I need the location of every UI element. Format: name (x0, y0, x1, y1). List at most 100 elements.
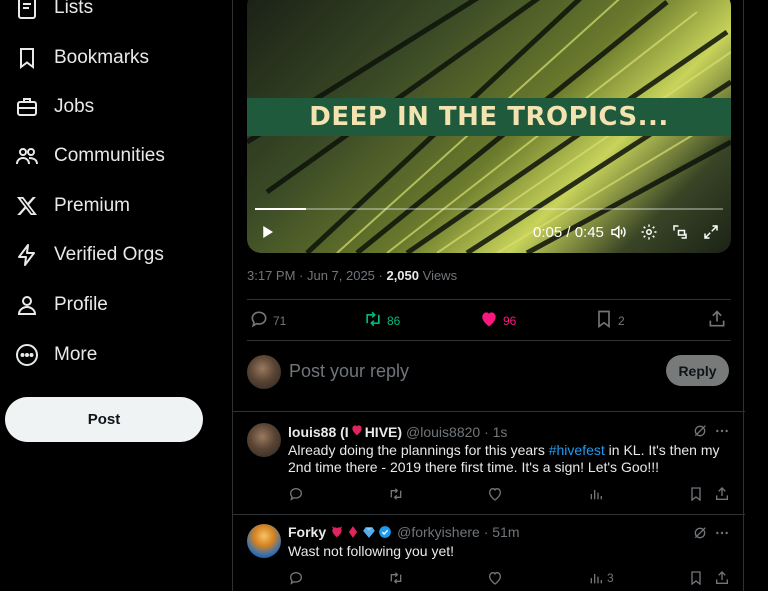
avatar[interactable] (247, 355, 281, 389)
divider (233, 514, 745, 515)
volume-icon[interactable] (607, 220, 629, 244)
reply-icon[interactable] (288, 486, 307, 502)
share-icon[interactable] (714, 486, 733, 502)
grok-icon[interactable] (692, 525, 708, 541)
reply-icon[interactable] (288, 570, 307, 586)
sidebar-item-label: Bookmarks (54, 47, 150, 68)
views-count: 3 (607, 571, 614, 585)
lightning-icon (14, 242, 40, 268)
sidebar-item-label: Communities (54, 145, 165, 166)
sidebar-item-jobs[interactable]: Jobs (0, 84, 94, 130)
post-timestamp[interactable]: 3:17 PM · Jun 7, 2025 · (247, 268, 386, 283)
bookmark-icon[interactable] (688, 486, 707, 502)
main-column: DEEP IN THE TROPICS... 0:05 / 0:45 3:17 … (232, 0, 745, 591)
bookmark-count: 2 (618, 313, 625, 328)
post-button[interactable]: Post (5, 397, 203, 442)
fullscreen-icon[interactable] (700, 220, 722, 244)
share-icon[interactable] (714, 570, 733, 586)
devil-heart-emoji-icon (331, 526, 343, 538)
sidebar-item-label: Profile (54, 294, 108, 315)
like-action[interactable]: 96 (479, 309, 516, 332)
settings-gear-icon[interactable] (638, 220, 660, 244)
reply-post[interactable]: Forky @forkyishere · 51m Wast not follow… (247, 524, 731, 591)
reply-button[interactable]: Reply (666, 355, 729, 386)
play-icon[interactable] (255, 220, 279, 244)
divider (233, 411, 745, 412)
reply-post[interactable]: louis88 (I HIVE) @louis8820 · 1s Already … (247, 423, 731, 511)
person-icon (14, 292, 40, 318)
sidebar-item-premium[interactable]: Premium (0, 183, 130, 229)
bookmark-icon[interactable] (688, 570, 707, 586)
hashtag-link[interactable]: #hivefest (549, 442, 605, 458)
more-options-icon[interactable] (714, 423, 730, 439)
author-name-end: HIVE) (364, 424, 403, 440)
reply-input[interactable]: Post your reply (289, 361, 409, 382)
repost-icon[interactable] (388, 570, 407, 586)
sidebar-item-label: Lists (54, 0, 94, 18)
share-icon (707, 309, 731, 332)
views-icon[interactable]: 3 (588, 570, 614, 586)
author-name-start: louis88 (I (288, 424, 349, 440)
sidebar-item-label: Jobs (54, 96, 95, 117)
post-actions-bar: 71 86 96 2 (247, 309, 731, 333)
heart-filled-icon (479, 309, 503, 332)
reply-post-actions (288, 486, 731, 504)
views-icon[interactable] (588, 486, 607, 502)
repost-action[interactable]: 86 (363, 309, 400, 332)
reply-icon (249, 309, 273, 332)
sidebar-item-label: More (54, 344, 98, 365)
reply-post-actions: 3 (288, 570, 731, 588)
divider (247, 340, 731, 341)
author-name[interactable]: Forky (288, 524, 326, 540)
views-label: Views (419, 268, 458, 283)
sidebar-item-communities[interactable]: Communities (0, 133, 165, 179)
heart-icon[interactable] (487, 486, 506, 502)
picture-in-picture-icon[interactable] (669, 220, 691, 244)
sidebar-item-bookmarks[interactable]: Bookmarks (0, 35, 149, 81)
repost-icon[interactable] (388, 486, 407, 502)
reply-composer: Post your reply Reply (247, 355, 731, 391)
avatar[interactable] (247, 423, 281, 457)
post-meta: 3:17 PM · Jun 7, 2025 · 2,050 Views (247, 268, 457, 283)
reply-post-text: Wast not following you yet! (288, 543, 455, 559)
more-options-icon[interactable] (714, 525, 730, 541)
repost-icon (363, 309, 387, 332)
repost-count: 86 (387, 313, 401, 328)
author-name[interactable]: louis88 (I HIVE) (288, 423, 402, 440)
video-progress-bar[interactable] (255, 208, 723, 210)
video-caption-text: DEEP IN THE TROPICS... (309, 102, 669, 132)
bookmark-action[interactable]: 2 (594, 309, 625, 332)
grok-icon[interactable] (692, 423, 708, 439)
sidebar-item-label: Premium (54, 195, 131, 216)
reply-action[interactable]: 71 (249, 309, 286, 332)
lists-icon (14, 0, 40, 21)
heart-icon[interactable] (487, 570, 506, 586)
video-progress-fill (255, 208, 307, 210)
author-handle[interactable]: @louis8820 · 1s (406, 424, 507, 440)
sidebar-item-more[interactable]: More (0, 332, 97, 378)
reply-post-text: Already doing the plannings for this yea… (288, 442, 728, 476)
share-action[interactable] (707, 309, 731, 332)
post-text: Already doing the plannings for this yea… (288, 442, 549, 458)
heart-emoji-icon (352, 425, 362, 436)
sidebar-item-profile[interactable]: Profile (0, 282, 108, 328)
video-player[interactable]: DEEP IN THE TROPICS... 0:05 / 0:45 (247, 0, 731, 253)
video-caption-banner: DEEP IN THE TROPICS... (247, 98, 731, 136)
sidebar-nav: Lists Bookmarks Jobs Communities Premium… (0, 0, 232, 591)
video-time: 0:05 / 0:45 (533, 224, 604, 241)
more-circle-icon (14, 342, 40, 368)
sidebar-item-verified-orgs[interactable]: Verified Orgs (0, 232, 164, 278)
sidebar-item-lists[interactable]: Lists (0, 0, 93, 31)
reply-post-header: Forky @forkyishere · 51m (288, 524, 519, 540)
author-handle[interactable]: @forkyishere · 51m (397, 524, 519, 540)
avatar[interactable] (247, 524, 281, 558)
reply-post-header: louis88 (I HIVE) @louis8820 · 1s (288, 423, 507, 441)
verified-badge-icon[interactable] (378, 525, 392, 539)
briefcase-icon (14, 94, 40, 120)
gem-emoji-icon (363, 527, 375, 538)
divider (247, 299, 731, 300)
sidebar-item-label: Verified Orgs (54, 244, 164, 265)
bookmark-icon (14, 45, 40, 71)
bookmark-icon (594, 309, 618, 332)
views-count: 2,050 (386, 268, 420, 283)
